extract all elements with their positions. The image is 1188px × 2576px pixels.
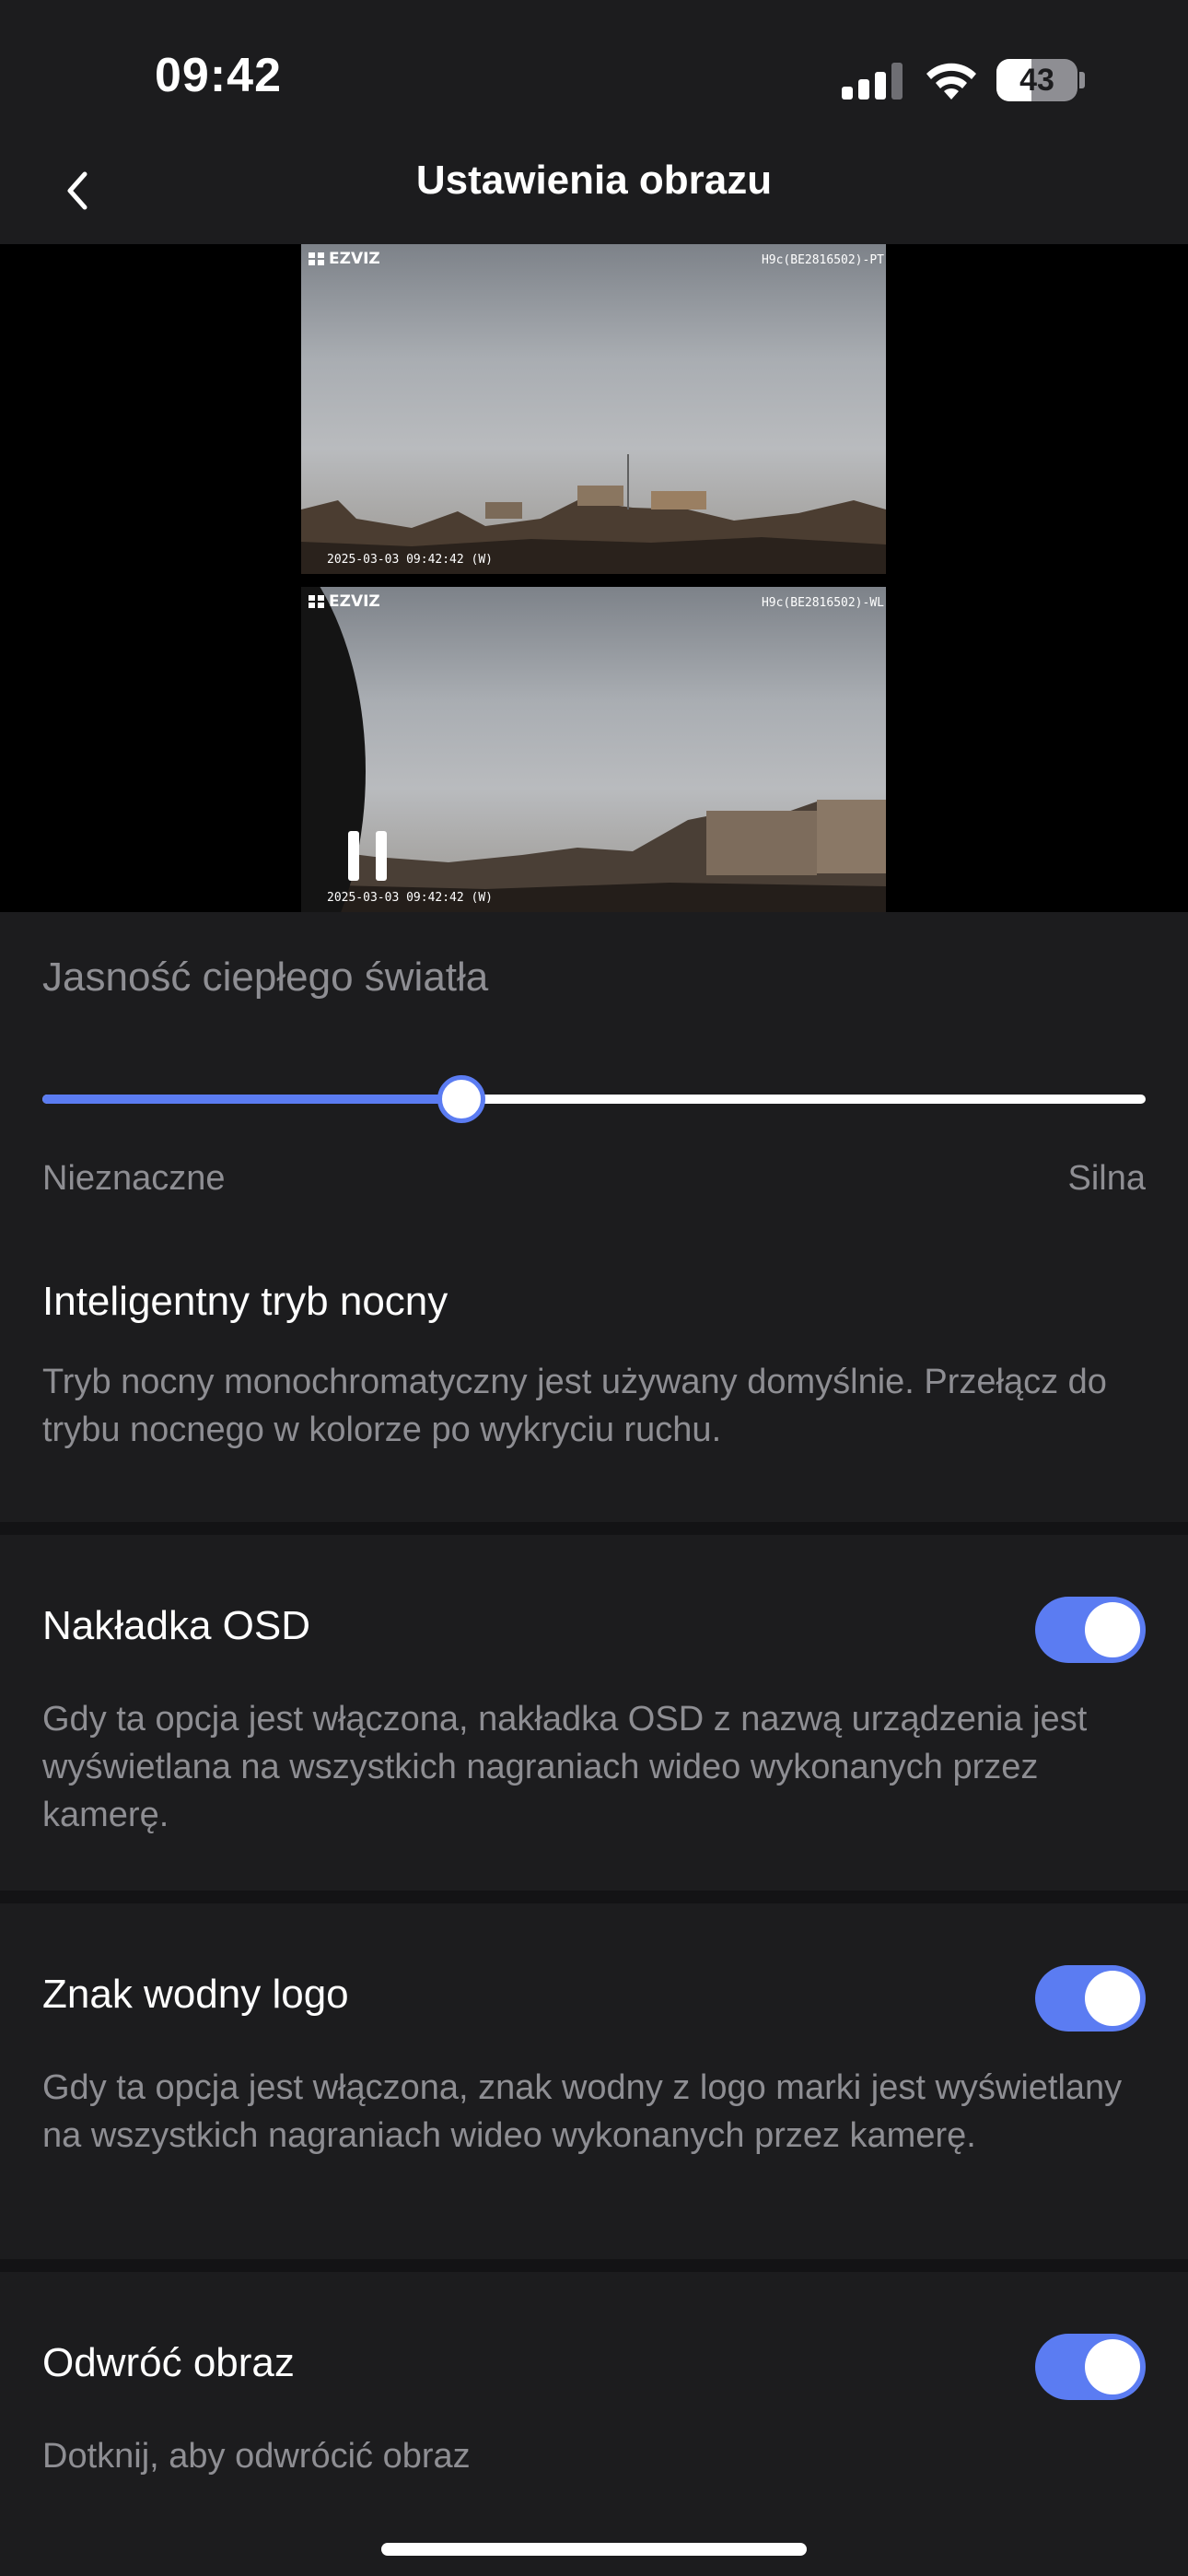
flip-toggle[interactable] <box>1035 2334 1146 2400</box>
status-bar: 09:42 43 <box>0 0 1188 147</box>
osd-timestamp: 2025-03-03 09:42:42 (W) <box>327 553 494 567</box>
watermark-toggle[interactable] <box>1035 1965 1146 2032</box>
pause-icon[interactable] <box>348 831 390 881</box>
section-divider <box>0 2259 1188 2272</box>
slider-max-label: Silna <box>1067 1159 1147 1198</box>
osd-device-label: H9c(BE2816502)-WL <box>761 596 884 610</box>
slider-thumb[interactable] <box>437 1075 486 1123</box>
osd-timestamp: 2025-03-03 09:42:42 (W) <box>327 891 494 905</box>
osd-description: Gdy ta opcja jest włączona, nakładka OSD… <box>42 1700 1088 1834</box>
osd-device-label: H9c(BE2816502)-PT <box>761 253 884 267</box>
watermark-description: Gdy ta opcja jest włączona, znak wodny z… <box>42 2068 1123 2155</box>
video-preview[interactable]: EZVIZ H9c(BE2816502)-PT 2025-03-03 09:42… <box>0 244 1188 912</box>
battery-icon: 43 <box>996 59 1085 101</box>
image-settings-screen: 09:42 43 Ustawienia obrazu EZVIZ H9c(BE2… <box>0 0 1188 2576</box>
slider-fill <box>42 1095 462 1104</box>
osd-brand-logo: EZVIZ <box>309 250 380 268</box>
flip-title: Odwróć obraz <box>42 2340 295 2385</box>
chevron-left-icon <box>67 171 87 210</box>
warm-light-slider[interactable] <box>42 1075 1146 1123</box>
smart-night-description: Tryb nocny monochromatyczny jest używany… <box>42 1363 1107 1449</box>
osd-brand-logo: EZVIZ <box>309 592 380 611</box>
watermark-title: Znak wodny logo <box>42 1972 349 2017</box>
status-time: 09:42 <box>155 49 282 102</box>
wifi-icon <box>926 63 976 100</box>
osd-title: Nakładka OSD <box>42 1603 311 1648</box>
back-button[interactable] <box>52 158 107 223</box>
section-divider <box>0 1891 1188 1903</box>
smart-night-title[interactable]: Inteligentny tryb nocny <box>42 1279 448 1325</box>
osd-toggle[interactable] <box>1035 1597 1146 1663</box>
cellular-signal-icon <box>842 63 903 100</box>
flip-description: Dotknij, aby odwrócić obraz <box>42 2437 471 2476</box>
nav-bar: Ustawienia obrazu <box>0 147 1188 244</box>
slider-min-label: Nieznaczne <box>42 1159 226 1198</box>
warm-light-title: Jasność ciepłego światła <box>42 954 489 1000</box>
battery-percent: 43 <box>1019 63 1054 98</box>
camera-feed-top: EZVIZ H9c(BE2816502)-PT 2025-03-03 09:42… <box>301 244 886 574</box>
home-indicator[interactable] <box>381 2543 807 2556</box>
page-title: Ustawienia obrazu <box>415 158 773 203</box>
section-divider <box>0 1522 1188 1535</box>
